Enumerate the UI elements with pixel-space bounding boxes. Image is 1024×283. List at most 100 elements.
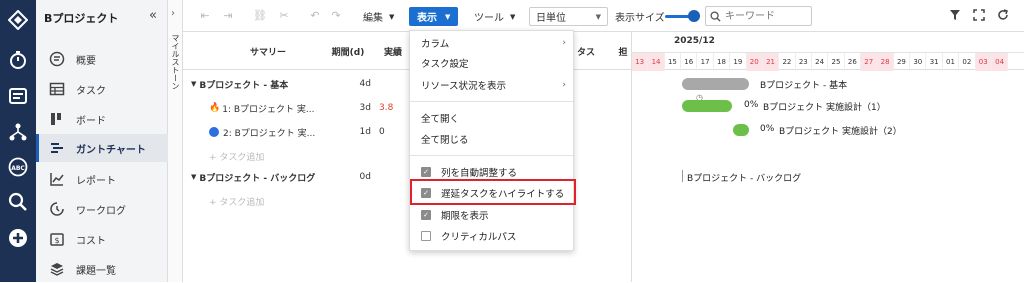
checkbox-checked-icon[interactable]: ✓ [421,167,431,177]
gantt-toolbar: ⇤ ⇥ ⛓ ✂ ↶ ↷ 編集 ▼ 表示 ▼ ツール ▼ 日単位 ▼ 表示サイズ [183,0,1024,32]
svg-text:$: $ [54,236,59,245]
search-icon[interactable] [8,192,28,212]
search-input[interactable] [725,10,805,22]
undo-icon[interactable]: ↶ [308,9,322,23]
refresh-icon[interactable] [997,9,1009,21]
checkbox-unchecked-icon[interactable] [421,231,431,241]
menu-item-collapse-all[interactable]: 全て閉じる [410,129,575,149]
table-icon [48,80,66,98]
time-unit-select[interactable]: 日単位 ▼ [529,7,608,26]
column-header-actual[interactable]: 実績 [373,32,413,70]
row-duration: 4d [359,79,371,89]
sidebar-item-worklog[interactable]: ワークログ [36,195,168,223]
fire-icon: 🔥 [209,103,221,113]
column-header-summary[interactable]: サマリー [213,32,323,70]
column-header-status[interactable]: タス [571,32,601,70]
column-header-assignee[interactable]: 担 [615,32,631,70]
task-bar[interactable] [733,124,749,136]
sidebar-item-label: 課題一覧 [76,265,116,277]
sidebar-item-report[interactable]: レポート [36,165,168,193]
view-menu-button[interactable]: 表示 ▼ [409,7,459,26]
view-dropdown-menu: カラム › タスク設定 リソース状況を表示 › 全て開く 全て閉じる ✓ 列を自動調整… [409,30,575,251]
caret-down-icon: ▼ [445,12,451,21]
display-size-slider-knob[interactable] [688,10,700,22]
menu-item-label: 全て閉じる [421,135,469,146]
timer-icon[interactable] [8,50,28,70]
add-task-link[interactable]: + タスク追加 [209,189,264,213]
sidebar-item-gantt[interactable]: ガントチャート [36,134,168,162]
checkbox-checked-icon[interactable]: ✓ [421,210,431,220]
menu-item-columns[interactable]: カラム › [410,33,575,53]
time-unit-value: 日単位 [536,13,566,24]
unlink-icon[interactable]: ✂ [277,9,291,23]
day-cell: 19 [730,53,747,71]
menu-item-resource-status[interactable]: リソース状況を表示 › [410,75,575,95]
day-cell: 16 [681,53,698,71]
row-name-text: 1: Bプロジェクト 実... [222,104,315,115]
milestone-label: マイルストーン [171,34,180,90]
gantt-icon [48,139,66,157]
filter-icon[interactable] [949,9,961,21]
caret-down-icon: ▼ [510,12,516,21]
sidebar-item-issues[interactable]: 課題一覧 [36,255,168,283]
day-cell: 27 [861,53,878,71]
task-bar[interactable] [682,100,732,112]
display-size-label: 表示サイズ [615,13,665,24]
link-icon[interactable]: ⛓ [253,9,267,23]
menu-item-critical-path[interactable]: クリティカルパス [410,226,575,246]
edit-menu-button[interactable]: 編集 ▼ [363,7,394,26]
day-cell: 17 [697,53,714,71]
caret-down-icon[interactable]: ▼ [191,173,196,181]
menu-item-show-deadline[interactable]: ✓ 期限を表示 [410,205,575,225]
day-cell: 21 [762,53,780,71]
menu-item-label: 列を自動調整する [441,168,518,179]
org-chart-icon[interactable] [8,122,28,142]
svg-text:ABC: ABC [11,165,25,172]
chevron-right-icon[interactable]: › [171,8,175,19]
caret-down-icon[interactable]: ▼ [191,80,196,88]
sidebar-item-board[interactable]: ボード [36,105,168,133]
sidebar-item-overview[interactable]: 概要 [36,45,168,73]
status-dot-icon [209,127,219,137]
row-duration: 0d [359,172,371,182]
menu-item-expand-all[interactable]: 全て開く [410,108,575,128]
day-cell: 02 [959,53,976,71]
day-cell: 28 [877,53,894,71]
fullscreen-icon[interactable] [973,9,985,21]
outdent-icon[interactable]: ⇥ [221,9,235,23]
cost-icon: $ [48,230,66,248]
collapse-sidebar-icon[interactable]: « [149,8,157,23]
bar-percent: 0% [760,124,775,134]
menu-item-task-settings[interactable]: タスク設定 [410,53,575,73]
row-name: 2: Bプロジェクト 実... [209,120,315,144]
highlight-box [410,179,576,205]
sidebar-item-tasks[interactable]: タスク [36,75,168,103]
sidebar-item-label: 概要 [76,55,96,67]
issues-icon [48,260,66,278]
indent-icon[interactable]: ⇤ [198,9,212,23]
tools-menu-button[interactable]: ツール ▼ [474,7,515,26]
bar-label: Bプロジェクト 実施設計（1） [763,103,886,113]
redo-icon[interactable]: ↷ [329,9,343,23]
day-cell: 18 [714,53,731,71]
tools-label: ツール [474,13,504,24]
abc-icon[interactable]: ABC [8,157,28,177]
day-cell: 15 [665,53,682,71]
logo-icon[interactable] [8,10,28,30]
caret-down-icon: ▼ [595,12,601,21]
column-header-duration[interactable]: 期間(d) [323,32,373,70]
gantt-timeline: 2025/12 13 14 15 16 17 18 19 20 21 22 23 24 25 26 27 28… [631,32,1024,282]
bar-percent: 0% [744,100,759,110]
day-cell: 13 [632,53,649,71]
month-label: 2025/12 [674,36,715,46]
sidebar-item-label: ワークログ [76,205,126,217]
worklog-icon [48,200,66,218]
sidebar-item-cost[interactable]: $ コスト [36,225,168,253]
add-icon[interactable] [8,228,28,248]
day-cell: 20 [746,53,763,71]
inbox-icon[interactable] [8,86,28,106]
project-sidebar: Bプロジェクト « 概要 タスク ボード ガントチャート レポート ワークログ … [36,0,168,282]
row-name-text: Bプロジェクト - バックログ [199,173,316,184]
search-box[interactable] [705,6,812,26]
summary-bar[interactable] [682,78,749,90]
